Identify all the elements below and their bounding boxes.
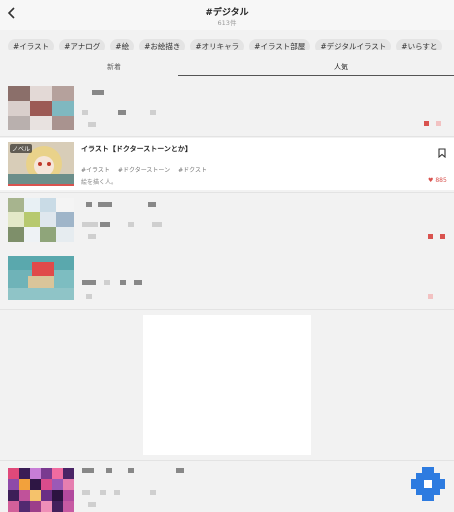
- list-item[interactable]: [0, 80, 454, 136]
- censored-text: [148, 202, 156, 207]
- novel-author[interactable]: 絵を描く人。: [81, 177, 117, 186]
- censored-text: [100, 222, 110, 227]
- novel-tag[interactable]: #ドクターストーン: [118, 167, 170, 174]
- post-thumbnail: [8, 256, 74, 300]
- tag-chip[interactable]: #イラスト: [8, 39, 55, 50]
- list-item[interactable]: [0, 252, 454, 308]
- censored-text: [98, 202, 112, 207]
- status-marker: [428, 294, 433, 299]
- status-marker: [440, 234, 445, 239]
- censored-text: [88, 502, 96, 507]
- censored-text: [128, 468, 134, 473]
- censored-text: [152, 222, 162, 227]
- divider: [0, 460, 454, 461]
- tag-list: #イラスト #アナログ #絵 #お絵描き #オリキャラ #イラスト部屋 #デジタルイラスト #…: [8, 34, 454, 50]
- tag-chip[interactable]: #オリキャラ: [190, 39, 245, 50]
- censored-text: [128, 222, 134, 227]
- novel-title[interactable]: イラスト【ドクターストーンとか】: [81, 144, 192, 154]
- post-thumbnail: [8, 468, 74, 512]
- censored-text: [82, 280, 96, 285]
- censored-text: [176, 468, 184, 473]
- list-item[interactable]: [0, 462, 454, 512]
- censored-text: [114, 490, 120, 495]
- censored-text: [106, 468, 112, 473]
- like-number: 885: [435, 177, 447, 184]
- censored-text: [92, 90, 104, 95]
- post-thumbnail: [8, 198, 74, 242]
- novel-tags: #イラスト #ドクターストーン #ドクスト: [81, 165, 215, 174]
- censored-text: [82, 222, 98, 227]
- tag-chip[interactable]: #いらすと: [396, 39, 443, 50]
- censored-text: [82, 110, 88, 115]
- fab-icon: [411, 467, 445, 501]
- like-count[interactable]: ♥ 885: [428, 177, 447, 184]
- status-marker: [436, 121, 441, 126]
- novel-thumbnail: ノベル: [8, 142, 74, 186]
- divider: [0, 136, 454, 137]
- censored-text: [86, 202, 92, 207]
- censored-text: [100, 490, 106, 495]
- divider: [0, 192, 454, 193]
- censored-text: [104, 280, 110, 285]
- post-thumbnail: [8, 86, 74, 130]
- tag-chip[interactable]: #イラスト部屋: [249, 39, 311, 50]
- divider: [0, 309, 454, 310]
- image-placeholder: [143, 315, 311, 455]
- status-marker: [424, 121, 429, 126]
- censored-text: [88, 234, 96, 239]
- censored-text: [82, 490, 90, 495]
- header: #デジタル 613件: [0, 0, 454, 30]
- novel-badge: ノベル: [10, 144, 33, 153]
- list-item[interactable]: [0, 194, 454, 248]
- bookmark-icon[interactable]: [438, 143, 446, 159]
- novel-card[interactable]: ノベル イラスト【ドクターストーンとか】 #イラスト #ドクターストーン #ドクスト…: [0, 138, 454, 190]
- censored-text: [86, 294, 92, 299]
- tag-chip[interactable]: #デジタルイラスト: [315, 39, 392, 50]
- censored-text: [150, 490, 156, 495]
- censored-text: [134, 280, 142, 285]
- tag-chip[interactable]: #アナログ: [59, 39, 106, 50]
- tag-chip[interactable]: #絵: [110, 39, 135, 50]
- censored-text: [118, 110, 126, 115]
- novel-tag[interactable]: #ドクスト: [178, 167, 207, 174]
- censored-text: [82, 468, 94, 473]
- tab-bar: 新着 人気: [0, 58, 454, 76]
- result-count: 613件: [217, 19, 237, 27]
- floating-action-button[interactable]: [411, 467, 445, 501]
- censored-text: [120, 280, 126, 285]
- tab-new[interactable]: 新着: [107, 62, 121, 72]
- tab-popular[interactable]: 人気: [334, 62, 348, 72]
- status-marker: [428, 234, 433, 239]
- censored-text: [88, 122, 96, 127]
- censored-text: [150, 110, 156, 115]
- tab-indicator: [178, 75, 454, 76]
- heart-icon: ♥: [428, 177, 434, 184]
- tag-chip[interactable]: #お絵描き: [139, 39, 186, 50]
- novel-tag[interactable]: #イラスト: [81, 167, 110, 174]
